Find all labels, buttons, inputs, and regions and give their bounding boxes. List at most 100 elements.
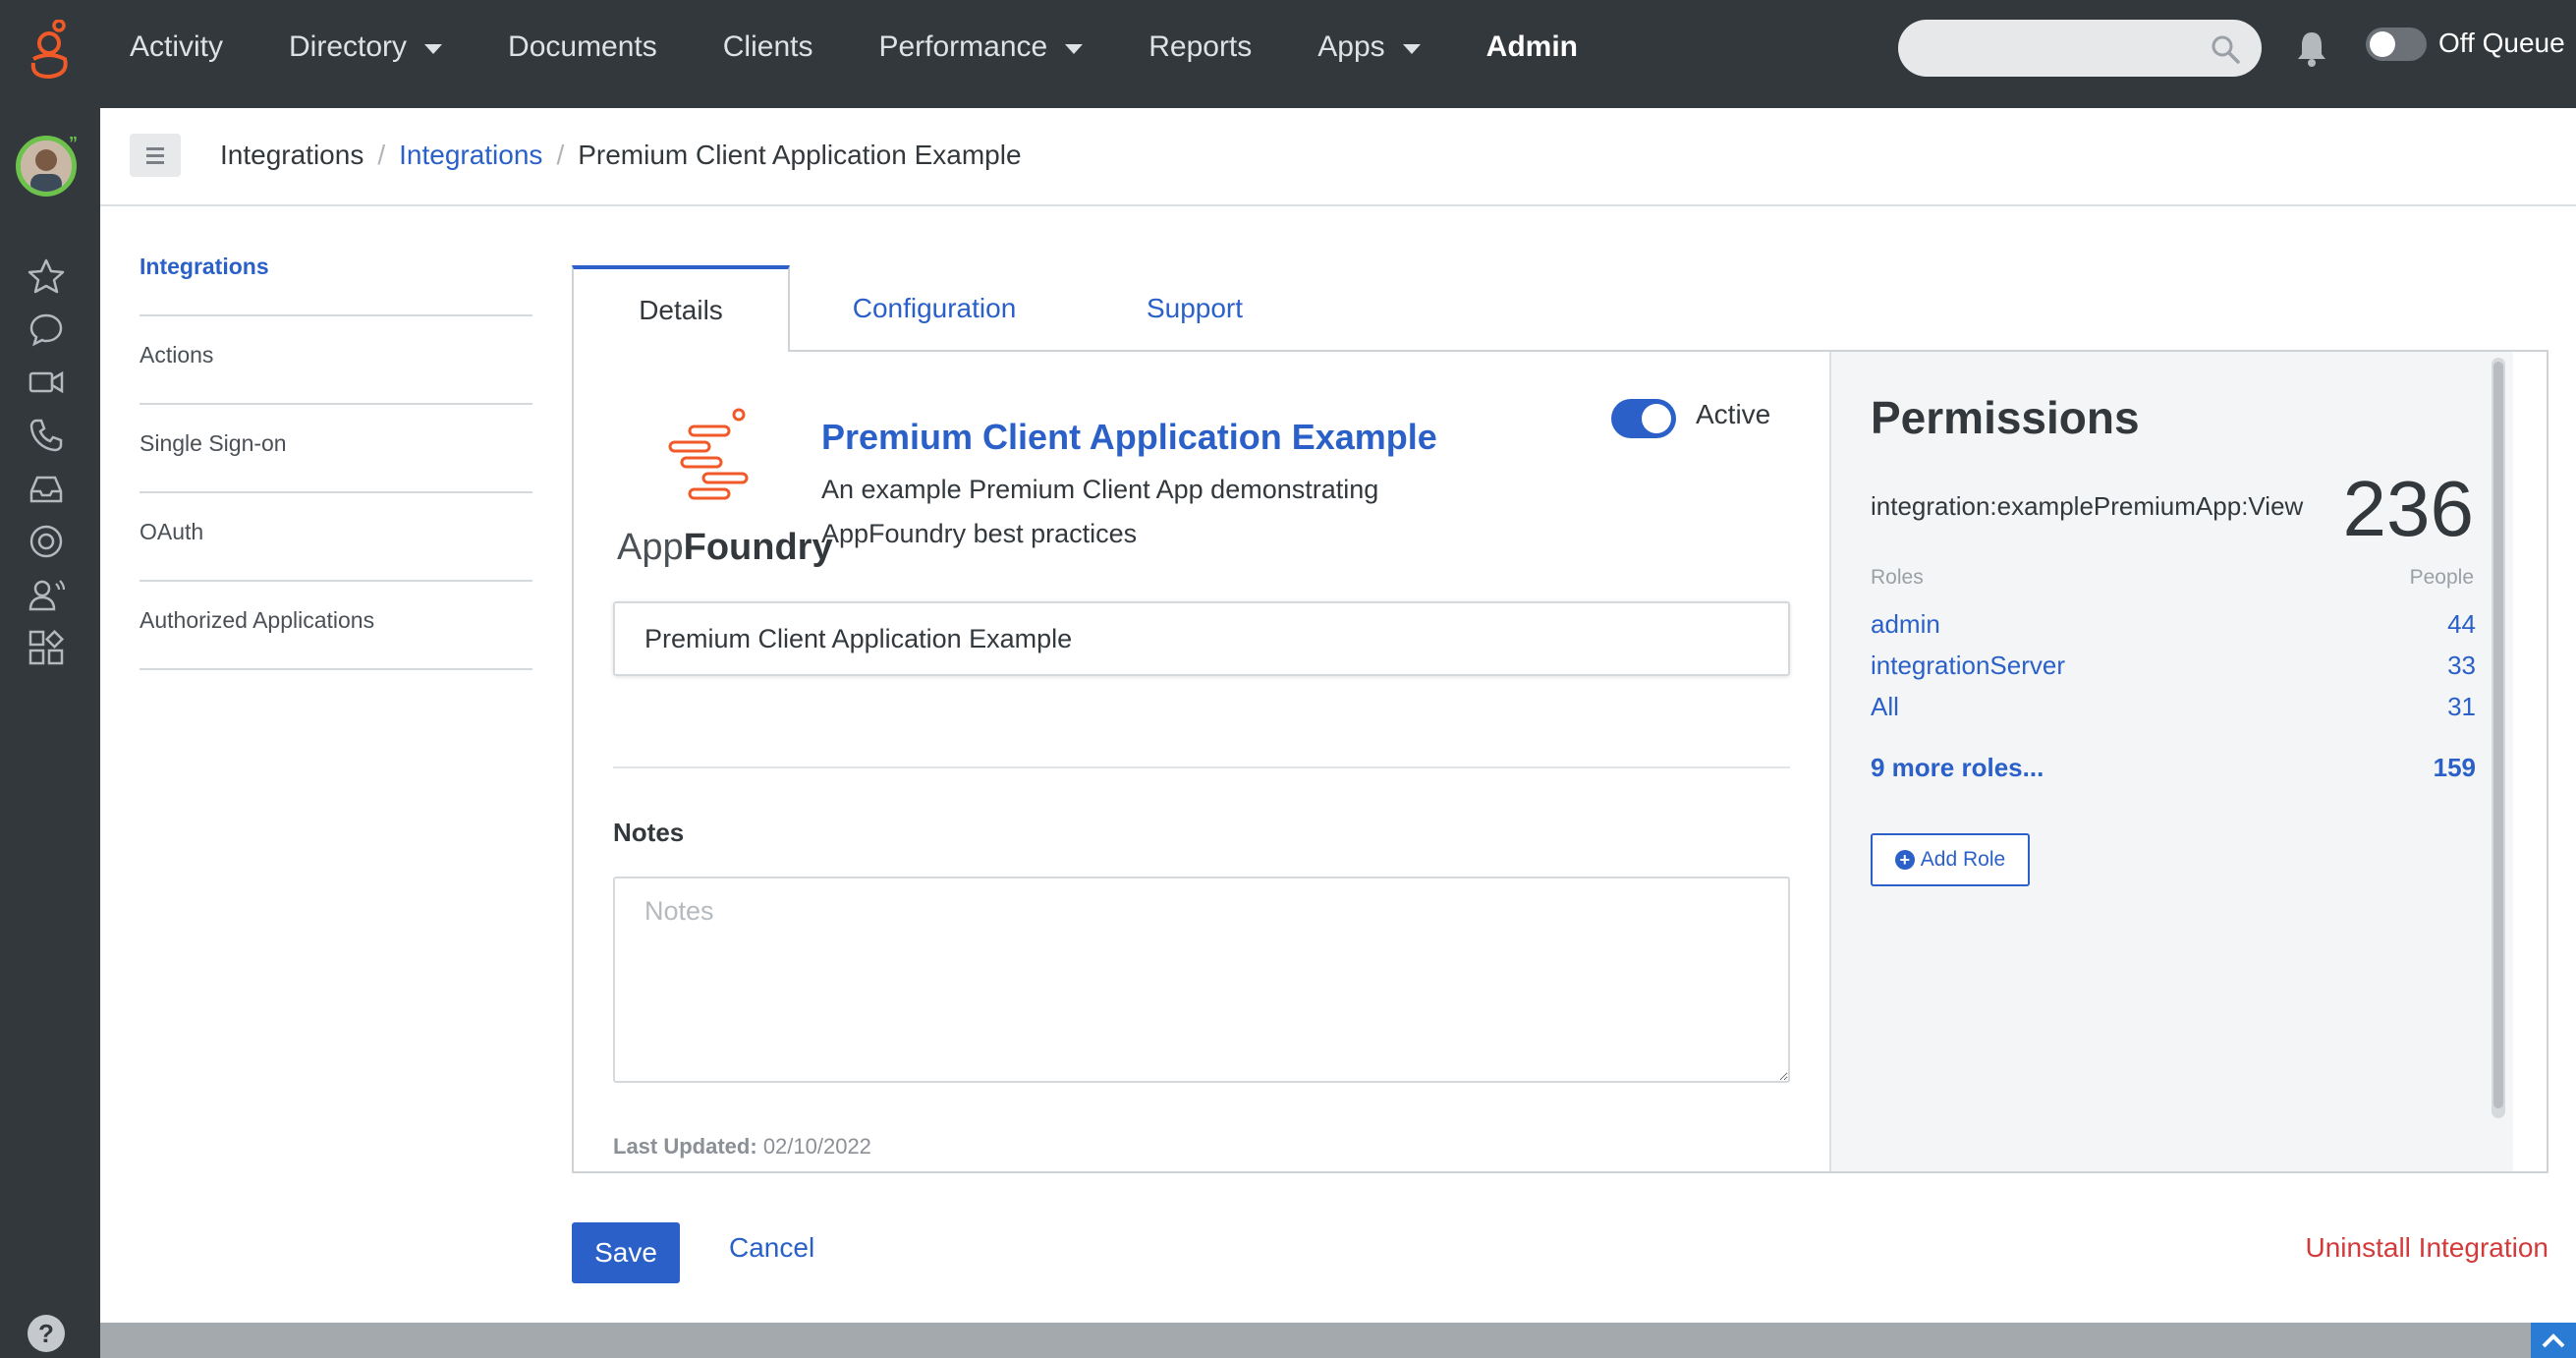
top-navigation-bar: Activity Directory Documents Clients Per…: [0, 0, 2576, 108]
nav-label: Reports: [1148, 30, 1253, 63]
breadcrumb-item-integrations-root: Integrations: [220, 140, 364, 170]
more-roles-count[interactable]: 159: [2434, 753, 2476, 783]
role-count[interactable]: 33: [2447, 651, 2476, 681]
agent-icon[interactable]: [28, 576, 65, 613]
caret-down-icon: [1065, 43, 1084, 54]
avatar[interactable]: [16, 136, 77, 197]
role-row[interactable]: All 31: [1871, 692, 2476, 722]
integration-name-input[interactable]: [613, 601, 1790, 676]
toggle-knob: [1642, 404, 1671, 433]
side-menu-actions[interactable]: Actions: [140, 316, 532, 405]
breadcrumb-item-current: Premium Client Application Example: [578, 140, 1022, 170]
role-name[interactable]: admin: [1871, 609, 1940, 640]
nav-label: Performance: [878, 30, 1048, 63]
active-toggle[interactable]: [1611, 399, 1676, 438]
hamburger-icon-line: [146, 146, 164, 150]
save-button[interactable]: Save: [572, 1222, 680, 1283]
role-name[interactable]: All: [1871, 692, 1899, 722]
cancel-button[interactable]: Cancel: [729, 1232, 814, 1264]
presence-quote-icon: ”: [69, 134, 78, 153]
bottom-bar: [100, 1323, 2576, 1358]
side-menu-authorized-applications[interactable]: Authorized Applications: [140, 582, 532, 670]
chat-icon[interactable]: [28, 311, 65, 348]
queue-toggle[interactable]: [2366, 28, 2427, 61]
chevron-up-icon: [2542, 1333, 2565, 1348]
video-icon[interactable]: [28, 364, 65, 401]
nav-reports[interactable]: Reports: [1148, 30, 1252, 64]
divider: [613, 766, 1790, 768]
nav-label: Directory: [289, 30, 408, 63]
appfoundry-logo-icon: [668, 408, 749, 500]
nav-documents[interactable]: Documents: [508, 30, 657, 64]
roles-header: Roles: [1871, 566, 1924, 589]
breadcrumb-bar: Integrations / Integrations / Premium Cl…: [100, 108, 2576, 206]
scrollbar-thumb[interactable]: [2493, 362, 2503, 1108]
genesys-logo-icon[interactable]: [26, 20, 73, 81]
breadcrumb: Integrations / Integrations / Premium Cl…: [220, 140, 1022, 171]
last-updated-label: Last Updated:: [613, 1134, 757, 1159]
uninstall-integration-link[interactable]: Uninstall Integration: [2306, 1232, 2548, 1264]
user-avatar-icon: [21, 141, 72, 192]
bell-icon[interactable]: [2295, 29, 2328, 67]
people-header: People: [2409, 566, 2474, 589]
role-name[interactable]: integrationServer: [1871, 651, 2065, 681]
side-menu-oauth[interactable]: OAuth: [140, 493, 532, 582]
app-title: Premium Client Application Example: [821, 417, 1437, 457]
caret-down-icon: [1402, 43, 1421, 54]
app-description: An example Premium Client App demonstrat…: [821, 475, 1379, 548]
apps-icon[interactable]: [28, 629, 65, 666]
permission-people-count: 236: [2342, 465, 2474, 552]
nav-clients[interactable]: Clients: [723, 30, 813, 64]
main-nav: Activity Directory Documents Clients Per…: [130, 0, 1644, 94]
notes-label: Notes: [613, 818, 685, 847]
role-row[interactable]: admin 44: [1871, 609, 2476, 640]
role-count[interactable]: 31: [2447, 692, 2476, 722]
role-count[interactable]: 44: [2447, 609, 2476, 640]
permissions-title: Permissions: [1871, 392, 2140, 443]
tab-support[interactable]: Support: [1091, 265, 1299, 352]
tab-configuration[interactable]: Configuration: [812, 265, 1057, 352]
menu-toggle-button[interactable]: [130, 134, 181, 177]
search-input[interactable]: [1898, 20, 2262, 77]
nav-apps[interactable]: Apps: [1317, 30, 1421, 64]
breadcrumb-item-integrations[interactable]: Integrations: [399, 140, 542, 171]
nav-label: Documents: [508, 30, 657, 63]
caret-down-icon: [424, 43, 443, 54]
notes-textarea[interactable]: [613, 877, 1790, 1083]
details-panel: AppFoundry Premium Client Application Ex…: [572, 350, 2548, 1173]
help-icon[interactable]: ?: [28, 1315, 65, 1352]
more-roles-row[interactable]: 9 more roles... 159: [1871, 753, 2476, 783]
phone-icon[interactable]: [28, 417, 65, 454]
nav-activity[interactable]: Activity: [130, 30, 223, 64]
more-roles-link[interactable]: 9 more roles...: [1871, 753, 2044, 783]
nav-performance[interactable]: Performance: [878, 30, 1084, 64]
side-menu: Integrations Actions Single Sign-on OAut…: [140, 228, 532, 670]
add-role-label: Add Role: [1920, 848, 2006, 871]
tab-details[interactable]: Details: [572, 265, 790, 352]
side-menu-single-sign-on[interactable]: Single Sign-on: [140, 405, 532, 493]
plus-circle-icon: +: [1894, 850, 1915, 870]
lifebuoy-icon[interactable]: [28, 523, 65, 560]
inbox-icon[interactable]: [28, 470, 65, 507]
scrollbar[interactable]: [2492, 358, 2505, 1118]
nav-label: Apps: [1317, 30, 1385, 63]
star-icon[interactable]: [28, 257, 65, 295]
role-row[interactable]: integrationServer 33: [1871, 651, 2476, 681]
logo-text-light: App: [617, 527, 684, 568]
nav-label: Admin: [1485, 30, 1578, 63]
side-menu-integrations[interactable]: Integrations: [140, 228, 532, 316]
add-role-button[interactable]: + Add Role: [1871, 833, 2030, 886]
last-updated: Last Updated: 02/10/2022: [613, 1134, 871, 1160]
nav-directory[interactable]: Directory: [289, 30, 443, 64]
toggle-knob: [2370, 31, 2395, 57]
scroll-to-top-button[interactable]: [2531, 1323, 2576, 1358]
breadcrumb-separator: /: [377, 140, 386, 170]
hamburger-icon-line: [146, 153, 164, 157]
nav-admin[interactable]: Admin: [1486, 30, 1578, 64]
left-rail: ” ?: [0, 108, 100, 1358]
appfoundry-logo-text: AppFoundry: [617, 527, 833, 569]
nav-label: Activity: [130, 30, 224, 63]
search-icon[interactable]: [2211, 34, 2240, 64]
logo-text-bold: Foundry: [683, 527, 833, 568]
permissions-panel: Permissions integration:examplePremiumAp…: [1829, 352, 2513, 1171]
